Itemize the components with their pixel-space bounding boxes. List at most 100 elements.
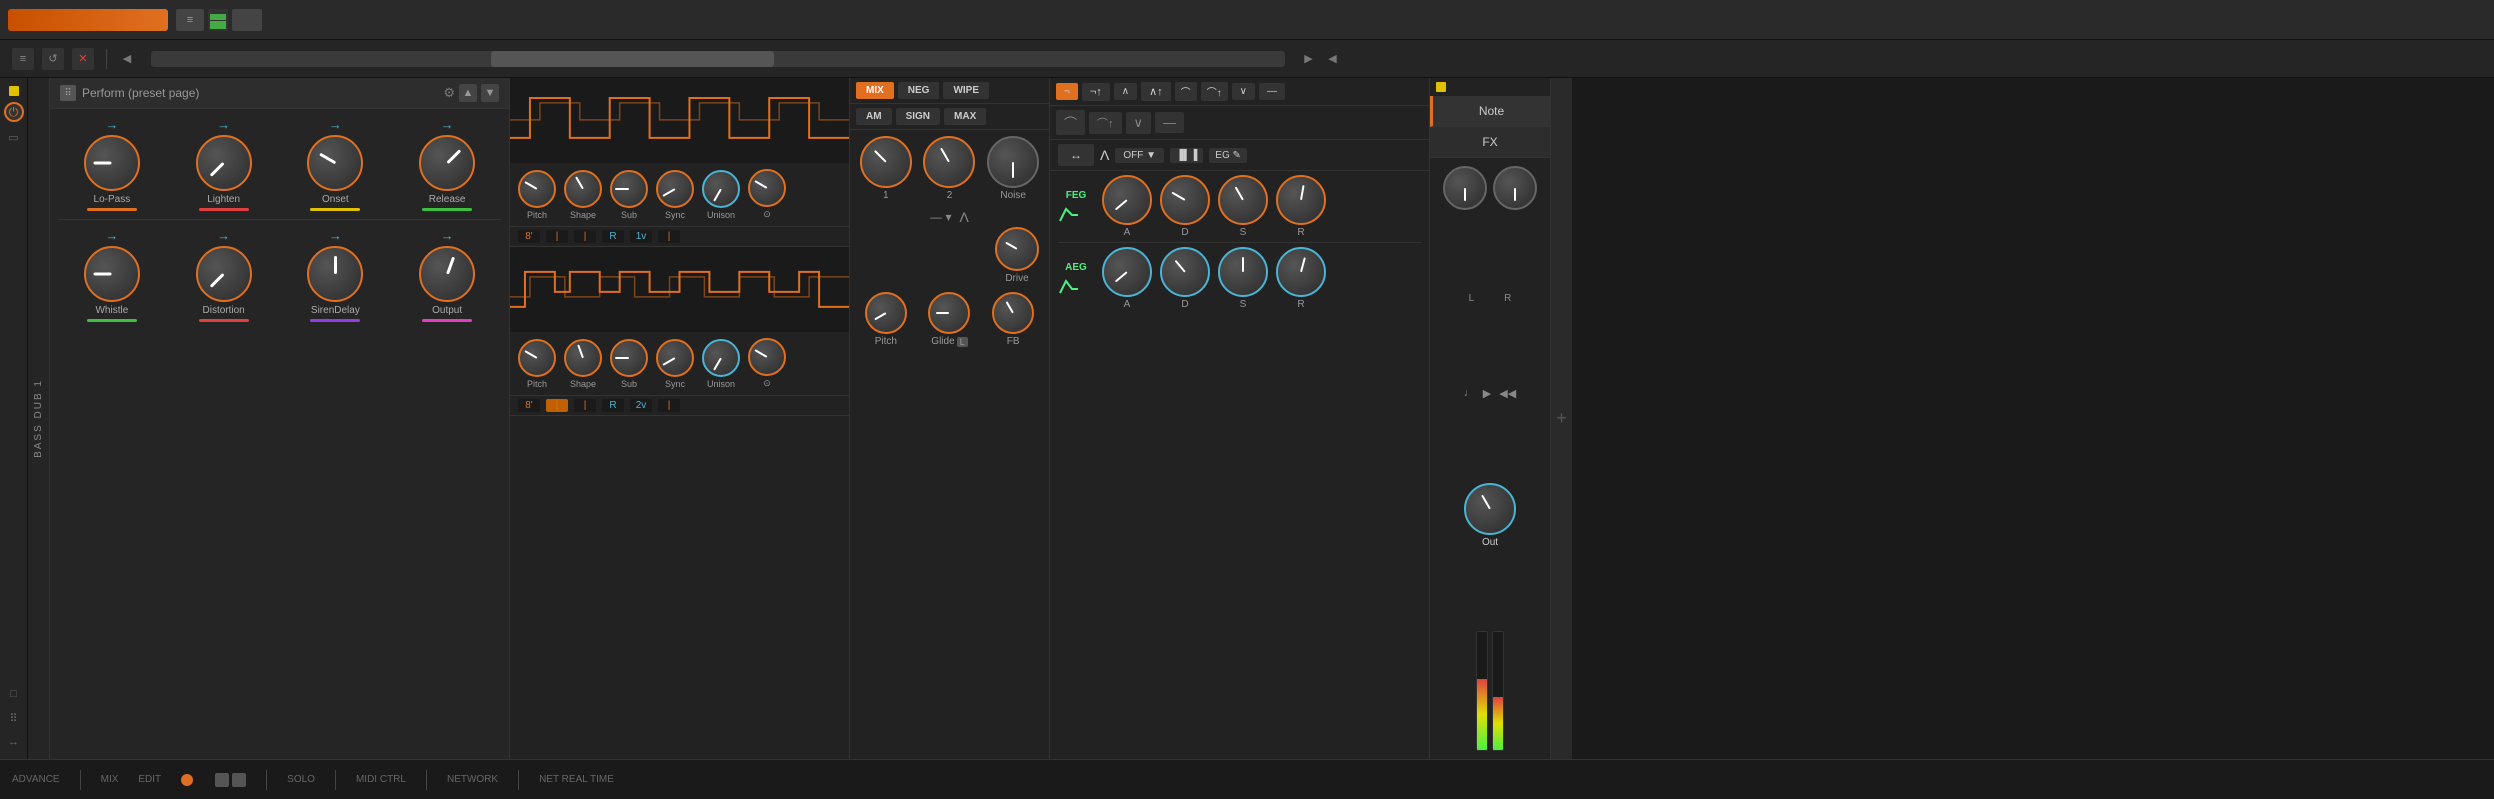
sidebar-dots-icon[interactable]: ⠿ xyxy=(5,709,23,727)
bottom-item-mix[interactable]: MIX xyxy=(101,774,119,785)
fx-button[interactable]: FX xyxy=(1430,127,1550,158)
scroll-left2-arrow[interactable]: ◀ xyxy=(1325,51,1341,67)
sidebar-square-icon[interactable]: □ xyxy=(5,685,23,703)
env-btn-shape4[interactable]: ∧↑ xyxy=(1141,82,1171,101)
mixer-btn-sign[interactable]: SIGN xyxy=(896,108,940,125)
add-section-button[interactable]: + xyxy=(1550,78,1572,759)
bottom-item-network[interactable]: NETWORK xyxy=(447,774,498,785)
osc2-sub-knob[interactable] xyxy=(610,339,648,377)
feg-d-knob[interactable] xyxy=(1160,175,1210,225)
sirendelay-knob[interactable] xyxy=(307,246,363,302)
onset-knob[interactable] xyxy=(307,135,363,191)
bottom-item-netrt[interactable]: NET REAL TIME xyxy=(539,774,614,785)
mixer-route-arrow[interactable]: — ▾ xyxy=(930,210,951,224)
env-btn-curve3[interactable]: ∨ xyxy=(1126,112,1152,134)
osc1-pitch-knob[interactable] xyxy=(518,170,556,208)
osc1-val-2[interactable]: | xyxy=(574,230,596,243)
note-button[interactable]: Note xyxy=(1430,96,1550,127)
osc1-shape-knob[interactable] xyxy=(564,170,602,208)
env-btn-curve1[interactable]: ⌒ xyxy=(1056,110,1085,135)
sidebar-arrow-icon[interactable]: ↔ xyxy=(5,733,23,751)
pan-r-knob[interactable] xyxy=(1493,166,1537,210)
env-btn-shape6[interactable]: ⌒↑ xyxy=(1201,82,1228,101)
osc2-val-3[interactable]: R xyxy=(602,399,624,412)
sidebar-file-icon[interactable]: ▭ xyxy=(5,128,23,146)
scroll-right-arrow[interactable]: ▶ xyxy=(1301,51,1317,67)
osc1-val-1[interactable]: | xyxy=(546,230,568,243)
whistle-knob[interactable] xyxy=(84,246,140,302)
mixer-knob-1-circle[interactable] xyxy=(860,136,912,188)
undo-icon[interactable]: ↺ xyxy=(42,48,64,70)
bottom-item-solo[interactable]: SOLO xyxy=(287,774,315,785)
bottom-item-midi[interactable]: MIDI CTRL xyxy=(356,774,406,785)
mixer-knob-noise-circle[interactable] xyxy=(987,136,1039,188)
list-icon[interactable]: ≡ xyxy=(12,48,34,70)
env-btn-shape2[interactable]: ¬↑ xyxy=(1082,83,1110,101)
pitch-knob[interactable] xyxy=(865,292,907,334)
osc1-sub-knob[interactable] xyxy=(610,170,648,208)
bottom-item-advance[interactable]: ADVANCE xyxy=(12,774,60,785)
scroll-left-arrow[interactable]: ◀ xyxy=(119,51,135,67)
mixer-btn-wipe[interactable]: WIPE xyxy=(943,82,989,99)
env-btn-curve4[interactable]: — xyxy=(1155,112,1184,133)
env-btn-shape7[interactable]: ∨ xyxy=(1232,83,1255,100)
osc2-val-1[interactable]: | xyxy=(546,399,568,412)
bottom-item-edit[interactable]: EDIT xyxy=(138,774,161,785)
feg-a-knob[interactable] xyxy=(1102,175,1152,225)
mixer-knob-2-circle[interactable] xyxy=(923,136,975,188)
osc2-val-0[interactable]: 8' xyxy=(518,399,540,412)
note-play-icon[interactable]: ▶ xyxy=(1483,387,1491,400)
note-speaker-icon[interactable]: ◀◀ xyxy=(1499,387,1516,400)
glide-knob[interactable] xyxy=(928,292,970,334)
osc1-sync-knob[interactable] xyxy=(656,170,694,208)
perform-up-arrow[interactable]: ▲ xyxy=(459,84,477,102)
osc1-link-knob[interactable] xyxy=(748,169,786,207)
pan-knob[interactable] xyxy=(1443,166,1487,210)
osc1-val-4[interactable]: 1v xyxy=(630,230,652,243)
env-btn-shape5[interactable]: ⌒ xyxy=(1175,82,1197,101)
release-knob[interactable] xyxy=(419,135,475,191)
env-ctrl-bars[interactable]: ▐▌▐ xyxy=(1170,148,1203,163)
fb-knob[interactable] xyxy=(992,292,1034,334)
env-btn-shape8[interactable]: — xyxy=(1259,83,1285,100)
mixer-btn-max[interactable]: MAX xyxy=(944,108,986,125)
osc2-sync-knob[interactable] xyxy=(656,339,694,377)
scroll-bar[interactable] xyxy=(151,51,1285,67)
mixer-btn-neg[interactable]: NEG xyxy=(898,82,940,99)
osc2-link-knob[interactable] xyxy=(748,338,786,376)
osc2-unison-knob[interactable] xyxy=(702,339,740,377)
distortion-knob[interactable] xyxy=(196,246,252,302)
osc2-pitch-knob[interactable] xyxy=(518,339,556,377)
osc1-val-5[interactable]: | xyxy=(658,230,680,243)
env-ctrl-off[interactable]: OFF ▼ xyxy=(1115,148,1164,163)
osc1-val-3[interactable]: R xyxy=(602,230,624,243)
menu-icon[interactable]: ≡ xyxy=(176,9,204,31)
osc1-val-0[interactable]: 8' xyxy=(518,230,540,243)
osc1-unison-knob[interactable] xyxy=(702,170,740,208)
osc2-val-2[interactable]: | xyxy=(574,399,596,412)
out-knob[interactable] xyxy=(1464,483,1516,535)
close-icon[interactable]: ✕ xyxy=(72,48,94,70)
env-btn-shape1[interactable]: ¬ xyxy=(1056,83,1078,100)
env-ctrl-eg[interactable]: EG ✎ xyxy=(1209,148,1247,163)
env-ctrl-lambda[interactable]: Λ xyxy=(1100,147,1109,163)
output-knob[interactable] xyxy=(419,246,475,302)
aeg-r-knob[interactable] xyxy=(1276,247,1326,297)
power-button[interactable]: ⏻ xyxy=(4,102,24,122)
perform-settings-icon[interactable]: ⚙ xyxy=(443,85,455,101)
aeg-d-knob[interactable] xyxy=(1160,247,1210,297)
osc2-val-4[interactable]: 2v xyxy=(630,399,652,412)
env-ctrl-swap[interactable]: ↔ xyxy=(1058,144,1094,166)
feg-r-knob[interactable] xyxy=(1276,175,1326,225)
feg-s-knob[interactable] xyxy=(1218,175,1268,225)
osc2-shape-knob[interactable] xyxy=(564,339,602,377)
env-btn-curve2[interactable]: ⌒↑ xyxy=(1089,112,1122,134)
drive-knob[interactable] xyxy=(995,227,1039,271)
osc2-val-5[interactable]: | xyxy=(658,399,680,412)
aeg-a-knob[interactable] xyxy=(1102,247,1152,297)
mixer-btn-mix[interactable]: MIX xyxy=(856,82,894,99)
env-btn-shape3[interactable]: ∧ xyxy=(1114,83,1137,100)
perform-down-arrow[interactable]: ▼ xyxy=(481,84,499,102)
mixer-btn-am[interactable]: AM xyxy=(856,108,892,125)
aeg-s-knob[interactable] xyxy=(1218,247,1268,297)
